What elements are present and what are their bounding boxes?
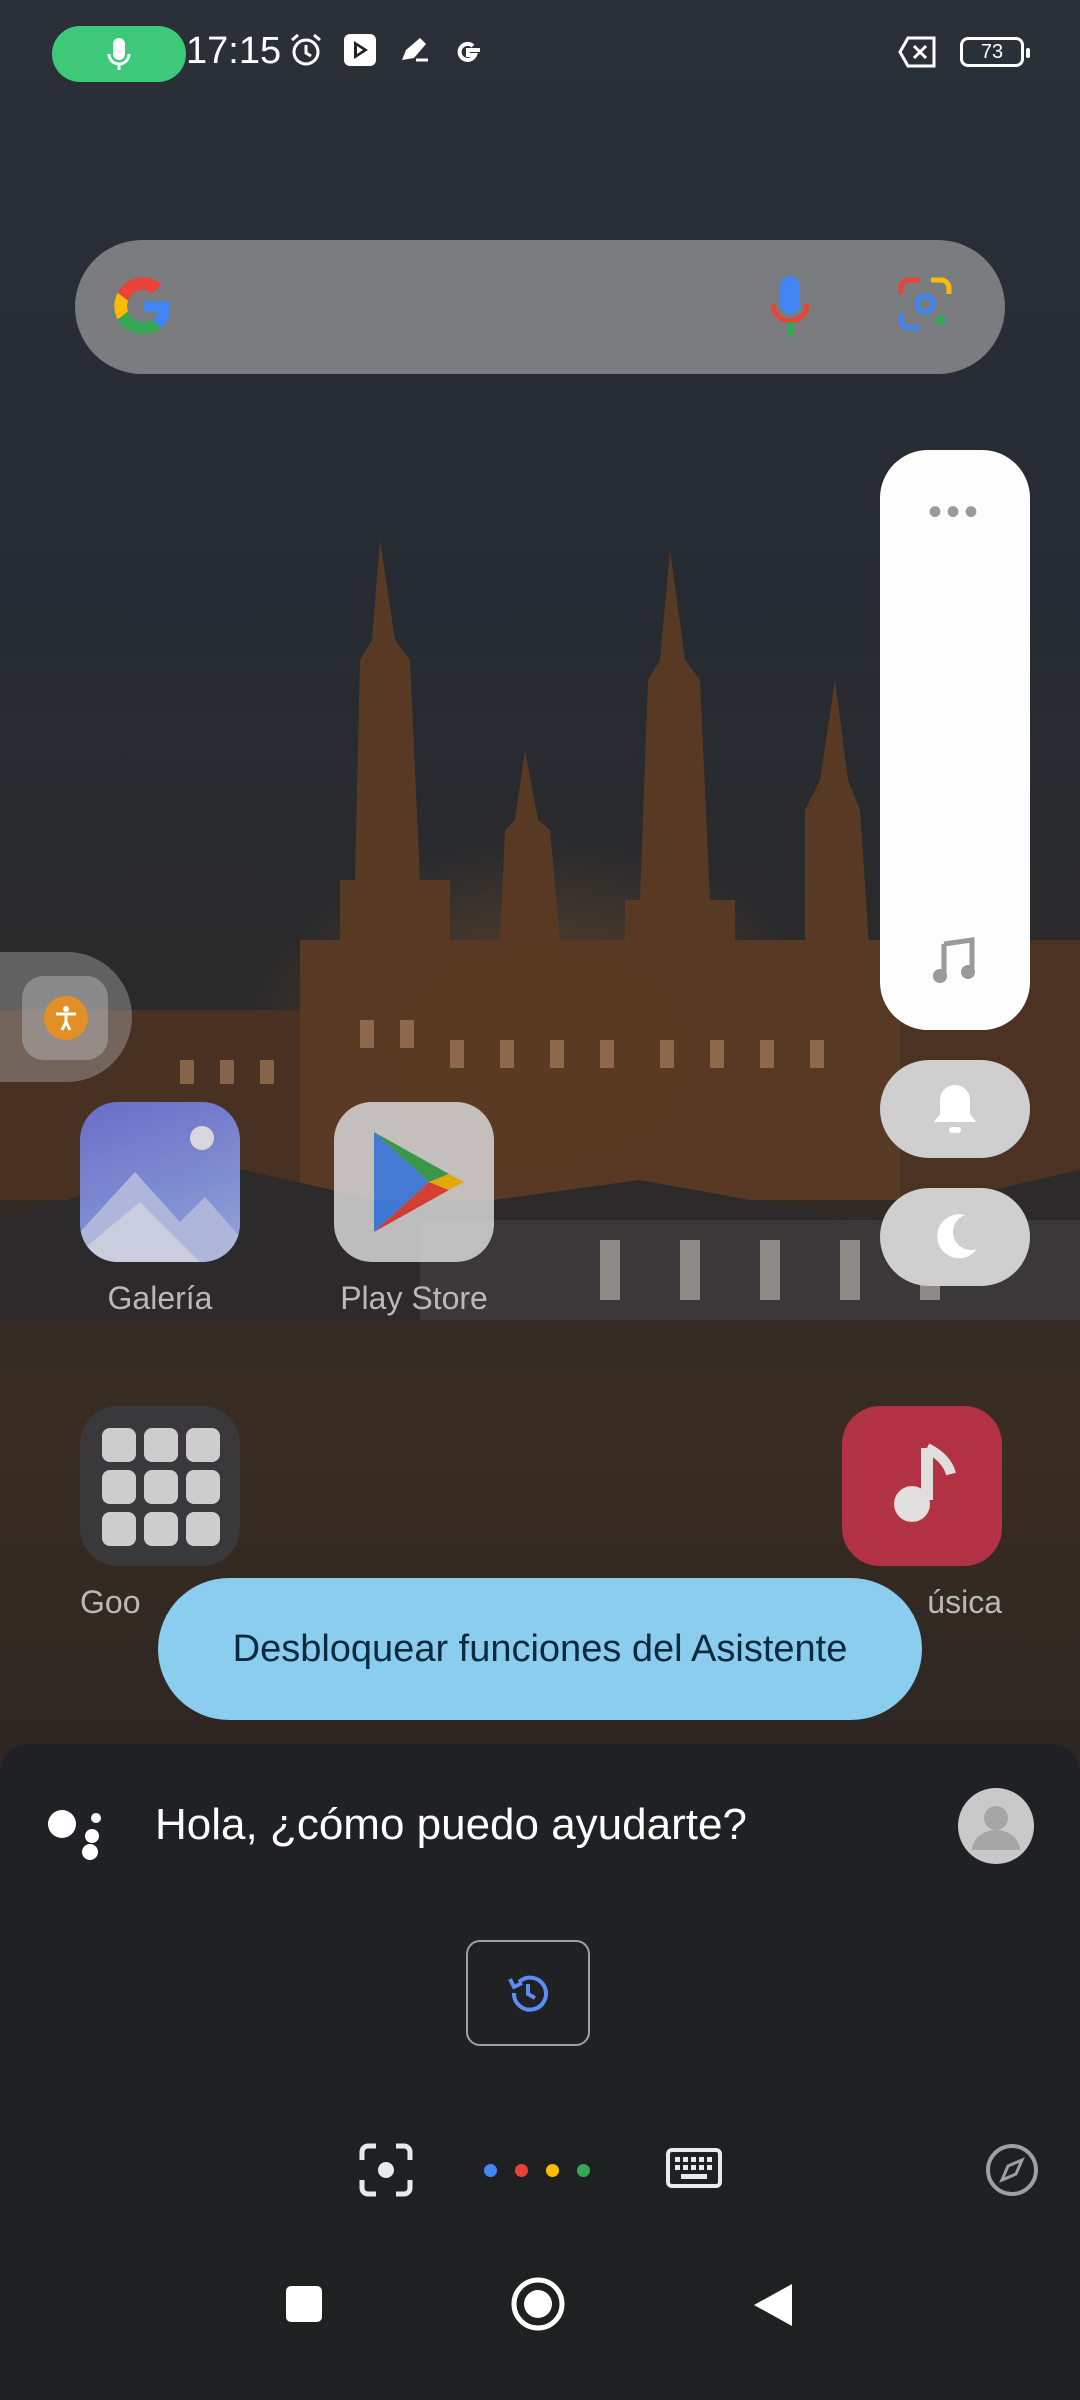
compass-icon[interactable] <box>984 2142 1040 2198</box>
navigation-bar <box>0 2252 1080 2400</box>
bell-icon <box>934 1085 976 1133</box>
sim-off-icon <box>898 36 936 68</box>
play-store-icon <box>334 1102 494 1262</box>
media-side-panel[interactable]: ••• <box>880 450 1030 1030</box>
accessibility-icon <box>44 996 88 1040</box>
avatar-icon[interactable] <box>958 1788 1034 1864</box>
history-icon <box>508 1975 548 2012</box>
blue-dot <box>484 2164 497 2177</box>
unlock-assistant-button[interactable]: Desbloquear funciones del Asistente <box>158 1578 922 1720</box>
music-app-icon <box>842 1406 1002 1566</box>
play-icon <box>344 34 376 66</box>
red-dot <box>515 2164 528 2177</box>
gallery-icon <box>80 1102 240 1262</box>
pen-icon <box>402 38 428 62</box>
home-icon[interactable] <box>510 2276 566 2332</box>
app-label: Galería <box>107 1280 213 1316</box>
more-dots-icon[interactable]: ••• <box>928 490 982 535</box>
mic-icon <box>107 38 131 70</box>
app-galeria[interactable]: Galería <box>80 1102 240 1317</box>
google-g-icon <box>457 41 480 62</box>
ring-mode-button[interactable] <box>880 1060 1030 1158</box>
dark-mode-button[interactable] <box>880 1188 1030 1286</box>
keyboard-icon[interactable] <box>666 2148 722 2188</box>
app-play-store[interactable]: Play Store <box>334 1102 494 1317</box>
mic-indicator <box>52 26 186 82</box>
assistant-panel: Hola, ¿cómo puedo ayudarte? <box>0 1744 1080 2072</box>
status-bar: 17:15 73 <box>0 0 1080 110</box>
battery-level: 73 <box>980 40 1004 63</box>
assistant-dots[interactable] <box>484 2164 590 2177</box>
history-button[interactable] <box>466 1940 590 2046</box>
voice-search-icon[interactable] <box>765 272 815 342</box>
moon-icon <box>937 1214 977 1259</box>
back-icon[interactable] <box>752 2282 794 2328</box>
music-note-icon[interactable] <box>930 936 980 986</box>
recents-icon[interactable] <box>284 2284 324 2324</box>
assistant-logo-icon <box>48 1810 101 1860</box>
google-search-bar[interactable] <box>75 240 1005 374</box>
app-label: Play Store <box>340 1280 488 1316</box>
green-dot <box>577 2164 590 2177</box>
google-logo-icon <box>114 277 170 334</box>
yellow-dot <box>546 2164 559 2177</box>
google-folder-icon <box>80 1406 240 1566</box>
assistant-greeting: Hola, ¿cómo puedo ayudarte? <box>155 1800 747 1849</box>
accessibility-inner <box>22 976 108 1060</box>
floating-accessibility-button[interactable] <box>0 952 132 1082</box>
battery-icon: 73 <box>960 37 1030 67</box>
lens-icon[interactable] <box>895 274 955 334</box>
alarm-icon <box>291 33 321 66</box>
camera-lens-icon[interactable] <box>358 2142 414 2198</box>
status-time: 17:15 <box>186 30 282 72</box>
